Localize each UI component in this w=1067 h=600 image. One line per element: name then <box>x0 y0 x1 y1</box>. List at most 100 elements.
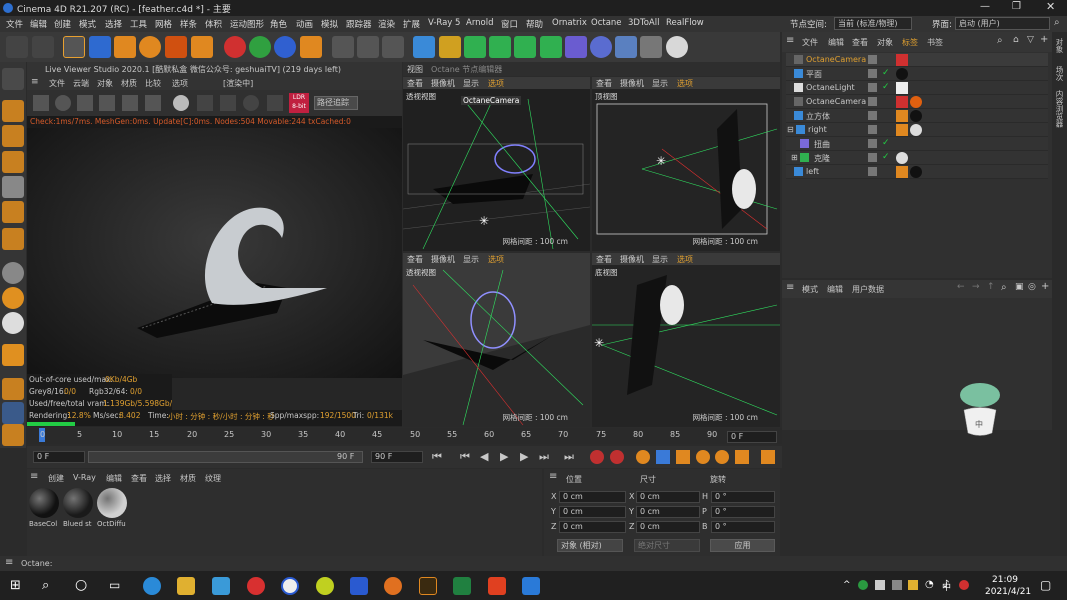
play-icon[interactable]: ▶ <box>500 450 508 463</box>
transform-tool-icon[interactable] <box>191 36 213 58</box>
visibility-toggle[interactable] <box>868 125 877 134</box>
recent-tool-icon[interactable] <box>165 36 187 58</box>
field-icon[interactable] <box>590 36 612 58</box>
snap-icon[interactable] <box>2 262 24 284</box>
key-param-icon[interactable] <box>715 450 729 464</box>
vp-menu-camera[interactable]: 摄像机 <box>620 254 644 265</box>
menu-item-create[interactable]: 创建 <box>54 18 71 30</box>
back-arrow-icon[interactable]: ← <box>957 282 965 292</box>
menu-item-file[interactable]: 文件 <box>6 18 23 30</box>
current-frame-field[interactable]: 0 F <box>727 431 777 443</box>
vp-menu-options[interactable]: 选项 <box>488 254 504 265</box>
material-swatch[interactable]: BaseCol <box>29 488 61 530</box>
tray-chevron-icon[interactable]: ^ <box>843 580 851 590</box>
lv-menu-objects[interactable]: 对象 <box>97 78 113 89</box>
vp-menu-view[interactable]: 查看 <box>407 254 423 265</box>
viewport-bottom[interactable]: 查看 摄像机 显示 选项 ✳ 底视图 网格间距 : 100 cm <box>592 253 780 427</box>
channel-icon[interactable] <box>267 95 283 111</box>
lock-icon[interactable]: ▣ <box>1015 282 1024 292</box>
cloner-icon[interactable] <box>514 36 536 58</box>
om-menu-view[interactable]: 查看 <box>852 37 868 48</box>
apply-button[interactable]: 应用 <box>710 539 775 552</box>
object-row-right[interactable]: ⊟ right <box>786 123 1048 137</box>
material-swatch[interactable]: OctDiffu <box>97 488 129 530</box>
pause-icon[interactable] <box>77 95 93 111</box>
home-icon[interactable]: ⌂ <box>1013 35 1019 45</box>
z-axis-icon[interactable] <box>274 36 296 58</box>
menu-item-octane[interactable]: Octane <box>591 18 622 28</box>
tray-app-icon[interactable] <box>892 580 902 590</box>
prev-frame-icon[interactable]: ◀ <box>480 450 488 463</box>
menu-item-tracker[interactable]: 跟踪器 <box>346 18 372 30</box>
menu-item-select[interactable]: 选择 <box>105 18 122 30</box>
octane-camera-tag-icon[interactable] <box>896 96 908 108</box>
hamburger-icon[interactable]: ≡ <box>786 282 794 293</box>
record-icon[interactable] <box>590 450 604 464</box>
visibility-toggle[interactable] <box>868 139 877 148</box>
move-tool-icon[interactable] <box>89 36 111 58</box>
goto-end-icon[interactable]: ⏭ <box>564 450 574 464</box>
side-tab-takes[interactable]: 场次 <box>1054 66 1065 81</box>
vp-menu-display[interactable]: 显示 <box>463 254 479 265</box>
om-menu-file[interactable]: 文件 <box>802 37 818 48</box>
material-tag-icon[interactable] <box>896 68 908 80</box>
up-arrow-icon[interactable]: ↑ <box>987 282 995 292</box>
size-x-field[interactable]: 0 cm <box>636 491 700 503</box>
ldr-toggle[interactable]: LDR 8-bit <box>289 93 309 113</box>
vp-menu-options[interactable]: 选项 <box>677 78 693 89</box>
size-y-field[interactable]: 0 cm <box>636 506 700 518</box>
excel-icon[interactable] <box>453 577 471 595</box>
office-icon[interactable] <box>488 577 506 595</box>
texture-mode-icon[interactable] <box>2 125 24 147</box>
network-icon[interactable]: ◔ <box>925 579 934 590</box>
illustrator-icon[interactable] <box>419 577 437 595</box>
floor-icon[interactable] <box>615 36 637 58</box>
check-icon[interactable]: ✓ <box>882 138 890 148</box>
points-mode-icon[interactable] <box>2 151 24 173</box>
render-to-picture-viewer-icon[interactable] <box>357 36 379 58</box>
grid-icon[interactable] <box>2 378 24 400</box>
scale-tool-icon[interactable] <box>114 36 136 58</box>
visibility-toggle[interactable] <box>868 167 877 176</box>
menu-item-ornatrix[interactable]: Ornatrix <box>552 18 587 28</box>
mm-menu-edit[interactable]: 编辑 <box>106 473 122 484</box>
menu-item-volume[interactable]: 体积 <box>205 18 222 30</box>
render-view-icon[interactable] <box>332 36 354 58</box>
protection-tag-icon[interactable] <box>910 96 922 108</box>
lv-menu-cloud[interactable]: 云端 <box>73 78 89 89</box>
om-menu-objects[interactable]: 对象 <box>877 37 893 48</box>
minimize-icon[interactable]: — <box>980 1 990 12</box>
make-editable-icon[interactable] <box>2 68 24 90</box>
magnet-icon[interactable] <box>2 344 24 366</box>
rotate-tool-icon[interactable] <box>139 36 161 58</box>
keyframe-selection-icon[interactable] <box>636 450 650 464</box>
object-row-plane[interactable]: 平面 ✓ <box>786 67 1048 81</box>
interface-select[interactable]: 启动 (用户) <box>955 17 1050 30</box>
polygons-mode-icon[interactable] <box>2 201 24 223</box>
clock-time[interactable]: 21:09 <box>992 575 1018 585</box>
menu-item-realflow[interactable]: RealFlow <box>666 18 704 28</box>
key-pla-icon[interactable] <box>735 450 749 464</box>
visibility-toggle[interactable] <box>868 111 877 120</box>
phong-tag-icon[interactable] <box>896 124 908 136</box>
position-y-field[interactable]: 0 cm <box>559 506 626 518</box>
edge-browser-icon[interactable] <box>143 577 161 595</box>
vp-menu-camera[interactable]: 摄像机 <box>620 78 644 89</box>
visibility-toggle[interactable] <box>868 97 877 106</box>
snap-settings-icon[interactable] <box>2 287 24 309</box>
position-z-field[interactable]: 0 cm <box>559 521 626 533</box>
hamburger-icon[interactable]: ≡ <box>5 557 13 568</box>
expand-icon[interactable]: ⊟ <box>787 125 794 134</box>
axis-mode-icon[interactable] <box>2 228 24 250</box>
tab-octane-node-editor[interactable]: Octane 节点编辑器 <box>431 64 502 75</box>
kernel-dropdown[interactable]: 路径追踪 <box>314 96 358 110</box>
material-tag-icon[interactable] <box>910 124 922 136</box>
search-icon[interactable]: ⌕ <box>1054 17 1060 28</box>
phong-tag-icon[interactable] <box>896 166 908 178</box>
object-row-octanelight[interactable]: OctaneLight ✓ <box>786 81 1048 95</box>
om-menu-tags[interactable]: 标签 <box>902 37 918 48</box>
app-icon-note[interactable] <box>522 577 540 595</box>
mm-menu-create[interactable]: 创建 <box>48 473 64 484</box>
settings-icon[interactable]: ◎ <box>1028 282 1036 292</box>
edges-mode-icon[interactable] <box>2 176 24 198</box>
